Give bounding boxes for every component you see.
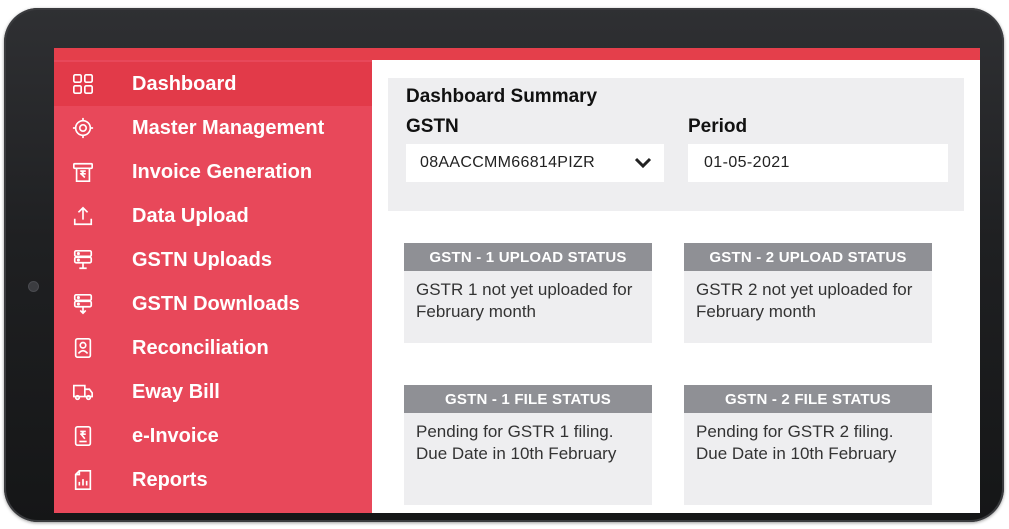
- sidebar-item-e-invoice[interactable]: e-Invoice: [54, 414, 372, 458]
- sidebar-item-gstn-uploads[interactable]: GSTN Uploads: [54, 238, 372, 282]
- sidebar-item-label: Dashboard: [132, 72, 237, 95]
- status-card-header: GSTN - 2 FILE STATUS: [684, 385, 932, 413]
- truck-icon: [70, 379, 96, 405]
- server-icon: [70, 247, 96, 273]
- camera-icon: [28, 281, 39, 292]
- sidebar-item-label: Master Management: [132, 116, 325, 139]
- status-card-body: Pending for GSTR 2 filing. Due Date in 1…: [696, 422, 897, 463]
- gstn-select[interactable]: 08AACCMM66814PIZR: [406, 144, 664, 182]
- status-card-header: GSTN - 2 UPLOAD STATUS: [684, 243, 932, 271]
- sidebar-item-label: Eway Bill: [132, 380, 220, 403]
- gstn1-file-status-card: GSTN - 1 FILE STATUS Pending for GSTR 1 …: [404, 385, 652, 505]
- status-card-body: GSTR 1 not yet uploaded for February mon…: [416, 280, 633, 321]
- sidebar-item-dashboard[interactable]: Dashboard: [54, 62, 372, 106]
- sidebar-item-label: Invoice Generation: [132, 160, 313, 183]
- tablet-frame: Dashboard Master Management Invoice Gene…: [4, 8, 1004, 522]
- status-card-body: Pending for GSTR 1 filing. Due Date in 1…: [416, 422, 617, 463]
- sidebar: Dashboard Master Management Invoice Gene…: [54, 60, 372, 513]
- gstn-value: 08AACCMM66814PIZR: [420, 154, 595, 171]
- sidebar-item-label: Reports: [132, 468, 208, 491]
- target-icon: [70, 115, 96, 141]
- document-user-icon: [70, 335, 96, 361]
- upload-icon: [70, 203, 96, 229]
- sidebar-item-invoice-generation[interactable]: Invoice Generation: [54, 150, 372, 194]
- app-screen: Dashboard Master Management Invoice Gene…: [54, 48, 980, 513]
- main-content: Dashboard Summary GSTN Period 08AACCMM66…: [372, 60, 980, 513]
- gstn1-upload-status-card: GSTN - 1 UPLOAD STATUS GSTR 1 not yet up…: [404, 243, 652, 343]
- period-field[interactable]: 01-05-2021: [688, 144, 948, 182]
- sidebar-item-label: Data Upload: [132, 204, 249, 227]
- sidebar-item-label: Reconciliation: [132, 336, 269, 359]
- sidebar-item-label: GSTN Uploads: [132, 248, 273, 271]
- rupee-receipt-icon: [70, 423, 96, 449]
- dashboard-summary-card: Dashboard Summary GSTN Period 08AACCMM66…: [388, 78, 964, 211]
- report-chart-icon: [70, 467, 96, 493]
- gstn2-file-status-card: GSTN - 2 FILE STATUS Pending for GSTR 2 …: [684, 385, 932, 505]
- gstn2-upload-status-card: GSTN - 2 UPLOAD STATUS GSTR 2 not yet up…: [684, 243, 932, 343]
- status-card-header: GSTN - 1 FILE STATUS: [404, 385, 652, 413]
- sidebar-item-eway-bill[interactable]: Eway Bill: [54, 370, 372, 414]
- status-card-header: GSTN - 1 UPLOAD STATUS: [404, 243, 652, 271]
- chevron-down-icon: [634, 157, 652, 169]
- period-label: Period: [688, 116, 748, 137]
- grid-icon: [70, 71, 96, 97]
- rupee-invoice-icon: [70, 159, 96, 185]
- sidebar-item-gstn-downloads[interactable]: GSTN Downloads: [54, 282, 372, 326]
- sidebar-item-reconciliation[interactable]: Reconciliation: [54, 326, 372, 370]
- status-card-body: GSTR 2 not yet uploaded for February mon…: [696, 280, 913, 321]
- sidebar-item-data-upload[interactable]: Data Upload: [54, 194, 372, 238]
- sidebar-item-reports[interactable]: Reports: [54, 458, 372, 502]
- sidebar-item-label: GSTN Downloads: [132, 292, 300, 315]
- top-accent-bar: [54, 48, 980, 60]
- sidebar-item-master-management[interactable]: Master Management: [54, 106, 372, 150]
- sidebar-item-label: e-Invoice: [132, 424, 219, 447]
- period-value: 01-05-2021: [704, 154, 790, 171]
- gstn-label: GSTN: [406, 116, 459, 137]
- summary-title: Dashboard Summary: [406, 86, 598, 107]
- server-download-icon: [70, 291, 96, 317]
